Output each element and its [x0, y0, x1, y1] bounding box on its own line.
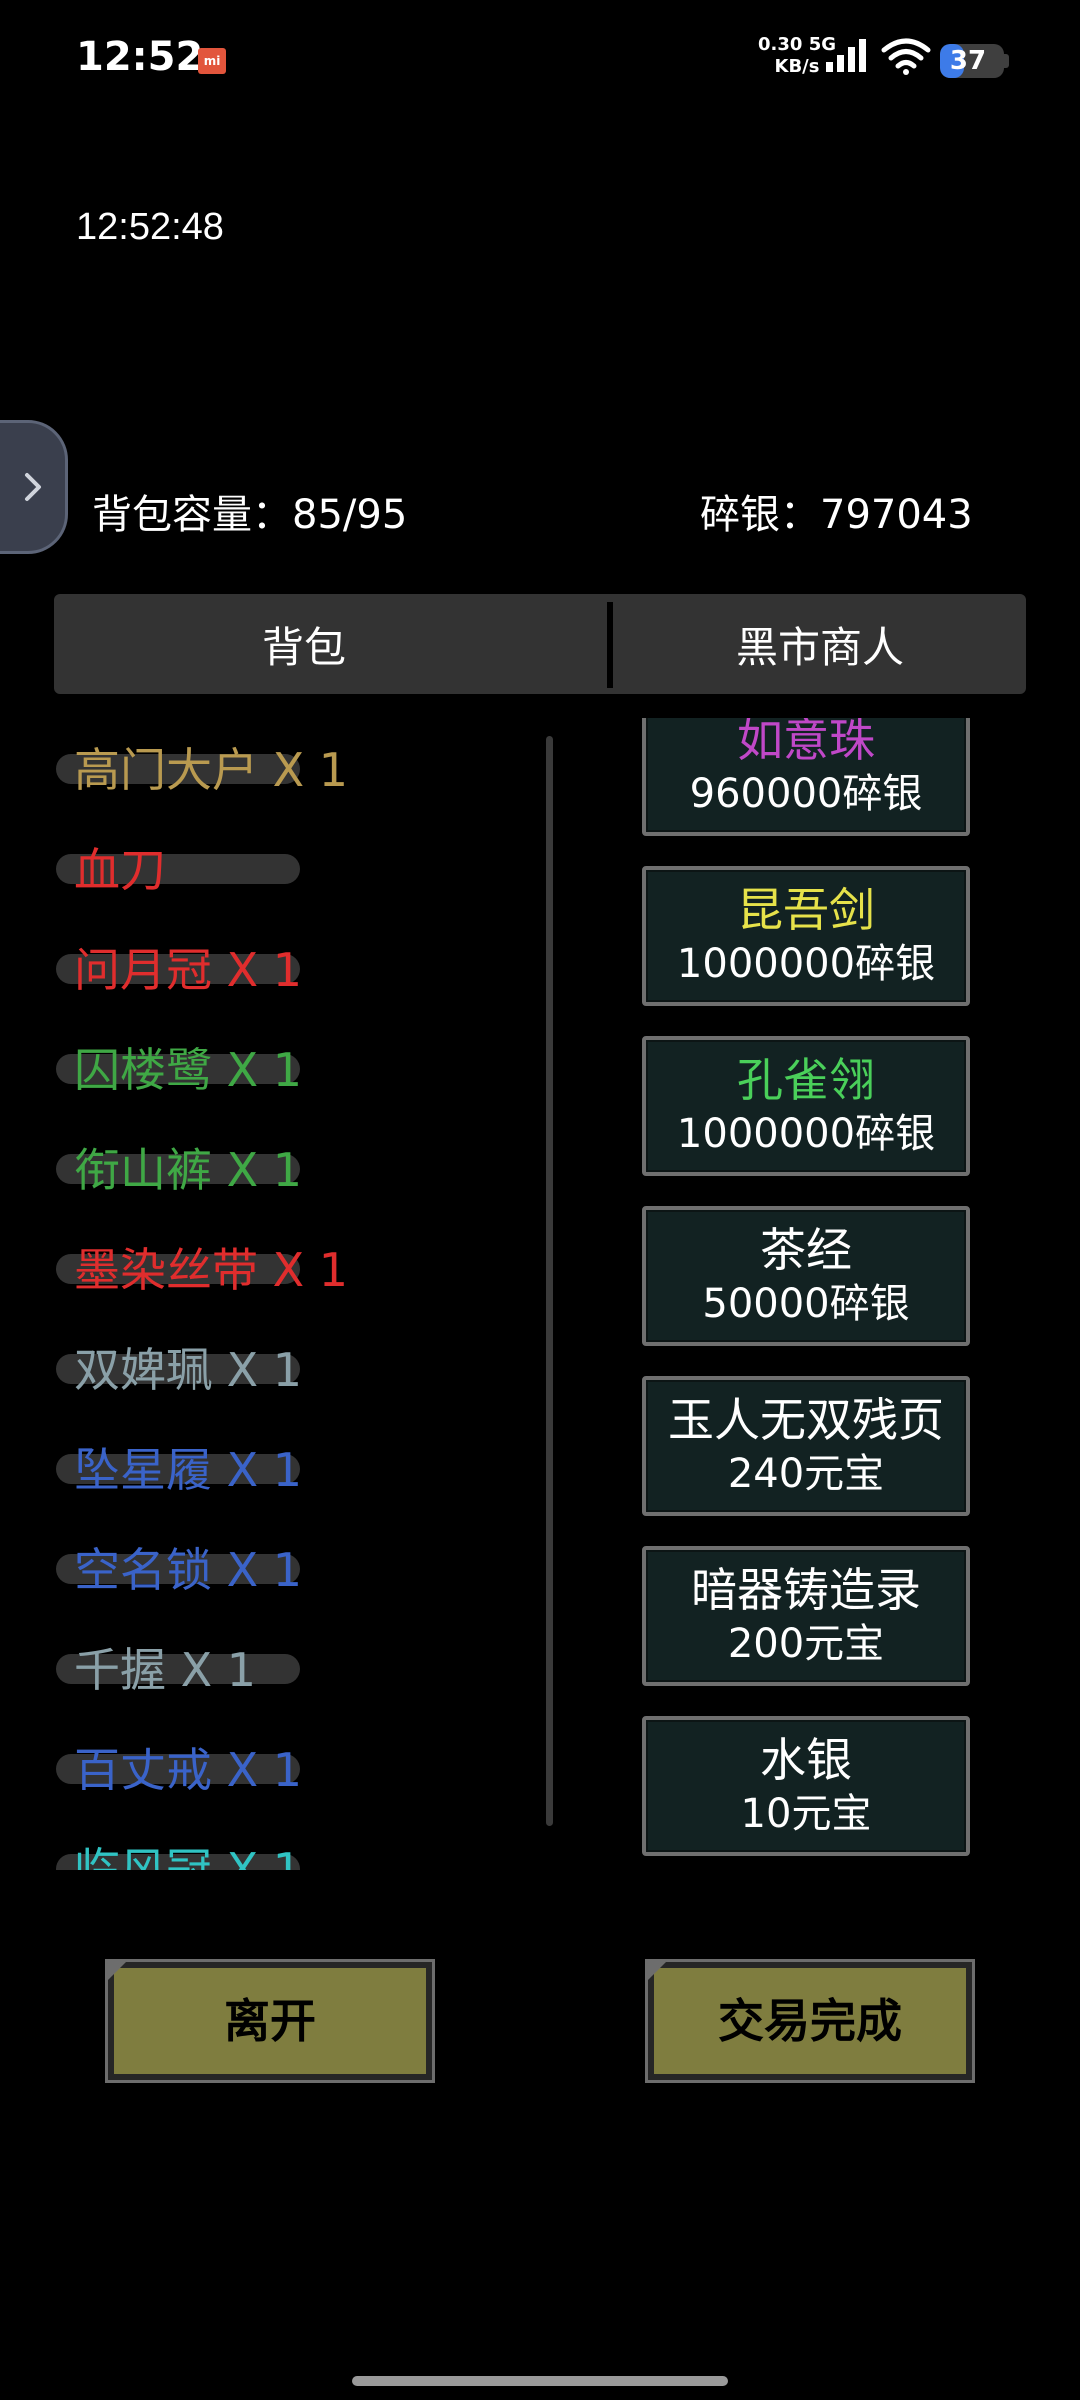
shop-item-card[interactable]: 茶经 50000碎银 — [642, 1206, 970, 1346]
inventory-item[interactable]: 血刀 — [54, 840, 534, 900]
tab-black-market[interactable]: 黑市商人 — [614, 594, 1026, 694]
side-drawer-toggle[interactable] — [0, 420, 68, 554]
chevron-right-icon — [25, 473, 41, 501]
shop-item-name: 昆吾剑 — [737, 883, 875, 937]
shop-item-price: 1000000碎银 — [676, 1111, 936, 1157]
inventory-item-label: 墨染丝带 X 1 — [74, 1243, 349, 1297]
inventory-item[interactable]: 问月冠 X 1 — [54, 940, 534, 1000]
inventory-item[interactable]: 临风冠 X 1 — [54, 1840, 534, 1870]
shop-item-name: 玉人无双残页 — [668, 1393, 944, 1447]
mi-icon: mi — [198, 48, 226, 74]
inventory-item-label: 坠星履 X 1 — [74, 1443, 303, 1497]
shop-item-price: 10元宝 — [740, 1791, 872, 1837]
shop-item-name: 孔雀翎 — [737, 1053, 875, 1107]
inventory-item[interactable]: 高门大户 X 1 — [54, 740, 534, 800]
leave-button[interactable]: 离开 — [105, 1959, 435, 2083]
shop-item-price: 200元宝 — [727, 1621, 885, 1667]
home-indicator[interactable] — [352, 2376, 728, 2386]
net-speed-unit: KB/s — [774, 56, 820, 77]
shop-list[interactable]: 如意珠 960000碎银 昆吾剑 1000000碎银 孔雀翎 1000000碎银 茶经 500… — [640, 718, 976, 1870]
shop-item-price: 50000碎银 — [702, 1281, 910, 1327]
shop-item-name: 如意珠 — [737, 718, 875, 767]
signal-icon — [826, 39, 866, 72]
silver-balance: 碎银：797043 — [700, 492, 973, 538]
status-bar-time: 12:52 — [76, 34, 204, 80]
inventory-item[interactable]: 百丈戒 X 1 — [54, 1740, 534, 1800]
tab-bar: 背包 黑市商人 — [54, 594, 1026, 694]
shop-item-card[interactable]: 孔雀翎 1000000碎银 — [642, 1036, 970, 1176]
net-speed-value: 0.30 — [758, 34, 803, 55]
inventory-item[interactable]: 双婢珮 X 1 — [54, 1340, 534, 1400]
inventory-item[interactable]: 衔山裤 X 1 — [54, 1140, 534, 1200]
inventory-item[interactable]: 墨染丝带 X 1 — [54, 1240, 534, 1300]
inventory-item[interactable]: 囚楼鹭 X 1 — [54, 1040, 534, 1100]
inventory-scrollbar[interactable] — [546, 736, 553, 1826]
leave-button-label: 离开 — [224, 1994, 316, 2048]
shop-item-price: 1000000碎银 — [676, 941, 936, 987]
shop-item-card[interactable]: 暗器铸造录 200元宝 — [642, 1546, 970, 1686]
shop-item-card[interactable]: 如意珠 960000碎银 — [642, 718, 970, 836]
shop-item-name: 暗器铸造录 — [691, 1563, 921, 1617]
inventory-item[interactable]: 坠星履 X 1 — [54, 1440, 534, 1500]
shop-item-price: 960000碎银 — [689, 771, 923, 817]
inventory-item-label: 百丈戒 X 1 — [74, 1743, 303, 1797]
inventory-item-label: 空名锁 X 1 — [74, 1543, 303, 1597]
tab-backpack[interactable]: 背包 — [54, 594, 554, 694]
inventory-list[interactable]: 高门大户 X 1 血刀问月冠 X 1 囚楼鹭 X 1 衔山裤 X 1 墨染丝带 X 1 双… — [54, 720, 534, 1870]
shop-item-name: 茶经 — [760, 1223, 852, 1277]
backpack-capacity: 背包容量：85/95 — [92, 492, 408, 538]
inventory-item-label: 双婢珮 X 1 — [74, 1343, 303, 1397]
inventory-item-label: 千握 X 1 — [74, 1643, 257, 1697]
battery-level: 37 — [949, 46, 987, 76]
battery-nub — [1004, 54, 1009, 68]
game-clock: 12:52:48 — [76, 206, 224, 248]
battery-icon: 37 — [940, 44, 1004, 78]
tab-divider — [607, 602, 613, 688]
inventory-item-label: 血刀 — [74, 843, 166, 897]
inventory-item-label: 高门大户 X 1 — [74, 743, 349, 797]
shop-item-price: 240元宝 — [727, 1451, 885, 1497]
inventory-item-label: 问月冠 X 1 — [74, 943, 303, 997]
inventory-item-label: 临风冠 X 1 — [74, 1843, 303, 1870]
shop-item-card[interactable]: 昆吾剑 1000000碎银 — [642, 866, 970, 1006]
shop-item-card[interactable]: 水银 10元宝 — [642, 1716, 970, 1856]
shop-item-name: 水银 — [760, 1733, 852, 1787]
inventory-item[interactable]: 千握 X 1 — [54, 1640, 534, 1700]
inventory-item-label: 衔山裤 X 1 — [74, 1143, 303, 1197]
trade-complete-button-label: 交易完成 — [718, 1994, 902, 2048]
shop-item-card[interactable]: 玉人无双残页 240元宝 — [642, 1376, 970, 1516]
inventory-item-label: 囚楼鹭 X 1 — [74, 1043, 303, 1097]
inventory-item[interactable]: 空名锁 X 1 — [54, 1540, 534, 1600]
trade-complete-button[interactable]: 交易完成 — [645, 1959, 975, 2083]
wifi-icon — [881, 38, 931, 75]
